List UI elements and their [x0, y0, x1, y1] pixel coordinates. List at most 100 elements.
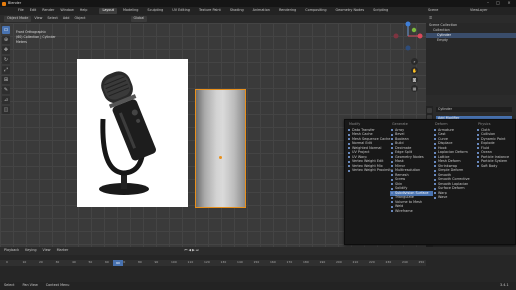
- play-controls-icon[interactable]: ⏮ ◀ ▶ ⏭: [184, 248, 199, 252]
- microphone-image: [99, 71, 156, 195]
- current-frame-indicator[interactable]: 60: [113, 260, 123, 266]
- version-label: 3.4.1: [500, 283, 509, 288]
- view-menu[interactable]: View: [34, 16, 42, 20]
- modifier-item-wave[interactable]: Wave: [433, 196, 476, 201]
- minimize-icon[interactable]: –: [484, 1, 492, 6]
- rotate-icon[interactable]: ↻: [2, 56, 10, 64]
- playback-menu[interactable]: Playback: [4, 248, 19, 252]
- outliner-row-label: Scene Collection: [429, 22, 458, 27]
- workspace-tab-compositing[interactable]: Compositing: [302, 8, 329, 13]
- transform-icon[interactable]: ⊞: [2, 76, 10, 84]
- add-menu[interactable]: Add: [63, 16, 70, 20]
- reference-image-empty[interactable]: [77, 59, 188, 207]
- axis-z-icon[interactable]: [405, 21, 411, 27]
- axis-neg-x-icon[interactable]: [393, 33, 399, 39]
- scene-selector[interactable]: Scene: [428, 8, 438, 12]
- modifier-column-modify: Modify Data Transfer Mesh Cache Mesh Sequen…: [347, 122, 393, 174]
- modifier-item-soft-body[interactable]: Soft Body: [476, 164, 516, 169]
- menu-file[interactable]: File: [18, 8, 24, 12]
- frame-ruler[interactable]: 0 10 20 30 40 50 60 70 80 90 100 110 120 130 140 150 160…: [0, 260, 426, 266]
- view-menu-timeline[interactable]: View: [43, 248, 51, 252]
- modifier-item-vertex-weight-proximity[interactable]: Vertex Weight Proximity: [347, 169, 393, 174]
- axis-x-icon[interactable]: [417, 33, 423, 39]
- frame-tick-label: 240: [402, 260, 408, 264]
- move-icon[interactable]: ✥: [2, 46, 10, 54]
- menu-help[interactable]: Help: [80, 8, 88, 12]
- status-select: Select: [4, 283, 15, 288]
- outliner-row-label: Cylinder: [437, 32, 452, 37]
- modifier-column-deform: Deform Armature Cast Curve Displace Hook Lapla…: [433, 122, 476, 201]
- workspace-tab-sculpting[interactable]: Sculpting: [144, 8, 166, 13]
- window-title: Blender: [8, 0, 22, 5]
- maximize-icon[interactable]: □: [494, 1, 502, 6]
- workspace-tab-animation[interactable]: Animation: [250, 8, 273, 13]
- units-info: Meters: [16, 40, 27, 44]
- workspace-tab-geometry-nodes[interactable]: Geometry Nodes: [333, 8, 368, 13]
- workspace-tab-shading[interactable]: Shading: [227, 8, 247, 13]
- cursor-icon[interactable]: ⊕: [2, 36, 10, 44]
- zoom-icon[interactable]: ⌕: [411, 58, 418, 65]
- orientation-dropdown[interactable]: Global: [130, 16, 148, 22]
- outliner-row[interactable]: Empty: [426, 38, 516, 43]
- workspace-tabs: Layout Modeling Sculpting UV Editing Texture…: [99, 8, 394, 14]
- menu-bar: File Edit Render Window Help Layout Model…: [0, 7, 516, 15]
- camera-icon[interactable]: ◙: [411, 76, 418, 83]
- frame-tick-label: 250: [418, 260, 425, 264]
- frame-tick-label: 60: [105, 260, 109, 264]
- outliner-header: ☰: [426, 15, 516, 23]
- frame-tick-label: 100: [171, 260, 177, 264]
- scale-icon[interactable]: ⤢: [2, 66, 10, 74]
- view-layer-selector[interactable]: ViewLayer: [470, 8, 488, 12]
- modifier-column-physics: Physics Cloth Collision Dynamic Paint Explod…: [476, 122, 516, 169]
- frame-tick-label: 160: [270, 260, 276, 264]
- timeline-header: Playback Keying View Marker ⏮ ◀ ▶ ⏭: [0, 247, 516, 255]
- keying-menu[interactable]: Keying: [25, 248, 36, 252]
- outliner-row-label: Collection: [433, 27, 450, 32]
- frame-tick-label: 110: [187, 260, 194, 264]
- annotate-icon[interactable]: ✎: [2, 86, 10, 94]
- axis-neg-z-icon[interactable]: [405, 45, 411, 51]
- object-name-field[interactable]: Cylinder: [436, 107, 512, 112]
- select-menu[interactable]: Select: [47, 16, 57, 20]
- tool-tab-icon[interactable]: [427, 108, 432, 113]
- object-menu[interactable]: Object: [74, 16, 85, 20]
- grid-icon[interactable]: ▦: [411, 85, 418, 92]
- navigation-gizmo[interactable]: [392, 20, 424, 52]
- object-name-value: Cylinder: [438, 106, 453, 111]
- object-mode-dropdown[interactable]: Object Mode: [4, 16, 32, 22]
- measure-icon[interactable]: ⊿: [2, 96, 10, 104]
- modifier-column-generate: Generate Array Bevel Boolean Build Decimate Ed…: [390, 122, 433, 214]
- frame-tick-label: 0: [6, 260, 8, 264]
- add-cube-icon[interactable]: ◫: [2, 106, 10, 114]
- marker-menu[interactable]: Marker: [57, 248, 69, 252]
- close-icon[interactable]: ×: [505, 1, 513, 6]
- frame-tick-label: 50: [88, 260, 93, 264]
- menu-window[interactable]: Window: [60, 8, 73, 12]
- workspace-tab-layout[interactable]: Layout: [99, 8, 117, 14]
- viewport-nav-tools: ⌕ ✋ ◙ ▦: [411, 58, 419, 94]
- frame-tick-label: 140: [237, 260, 243, 264]
- select-box-icon[interactable]: ▭: [2, 26, 10, 34]
- frame-tick-label: 230: [385, 260, 392, 264]
- viewport-overlay-info: Front Orthographic (60) Collection | Cyl…: [16, 30, 56, 45]
- tool-shelf: ▭ ⊕ ✥ ↻ ⤢ ⊞ ✎ ⊿ ◫: [2, 26, 11, 116]
- workspace-tab-modeling[interactable]: Modeling: [120, 8, 141, 13]
- workspace-tab-scripting[interactable]: Scripting: [370, 8, 391, 13]
- frame-tick-label: 200: [336, 260, 342, 264]
- frame-tick-label: 150: [253, 260, 260, 264]
- workspace-tab-texture-paint[interactable]: Texture Paint: [196, 8, 224, 13]
- status-bar: Select Pan View Context Menu 3.4.1: [0, 282, 516, 290]
- axis-y-icon[interactable]: [411, 27, 417, 33]
- workspace-tab-rendering[interactable]: Rendering: [276, 8, 299, 13]
- workspace-tab-uv-editing[interactable]: UV Editing: [169, 8, 193, 13]
- frame-tick-label: 130: [220, 260, 227, 264]
- menu-edit[interactable]: Edit: [30, 8, 37, 12]
- menu-render[interactable]: Render: [42, 8, 54, 12]
- pan-icon[interactable]: ✋: [411, 67, 418, 74]
- frame-tick-label: 10: [22, 260, 27, 264]
- modifier-item-wireframe[interactable]: Wireframe: [390, 209, 433, 214]
- frame-tick-label: 190: [319, 260, 326, 264]
- cylinder-object[interactable]: [195, 89, 246, 208]
- status-pan: Pan View: [22, 283, 38, 288]
- frame-tick-label: 80: [138, 260, 142, 264]
